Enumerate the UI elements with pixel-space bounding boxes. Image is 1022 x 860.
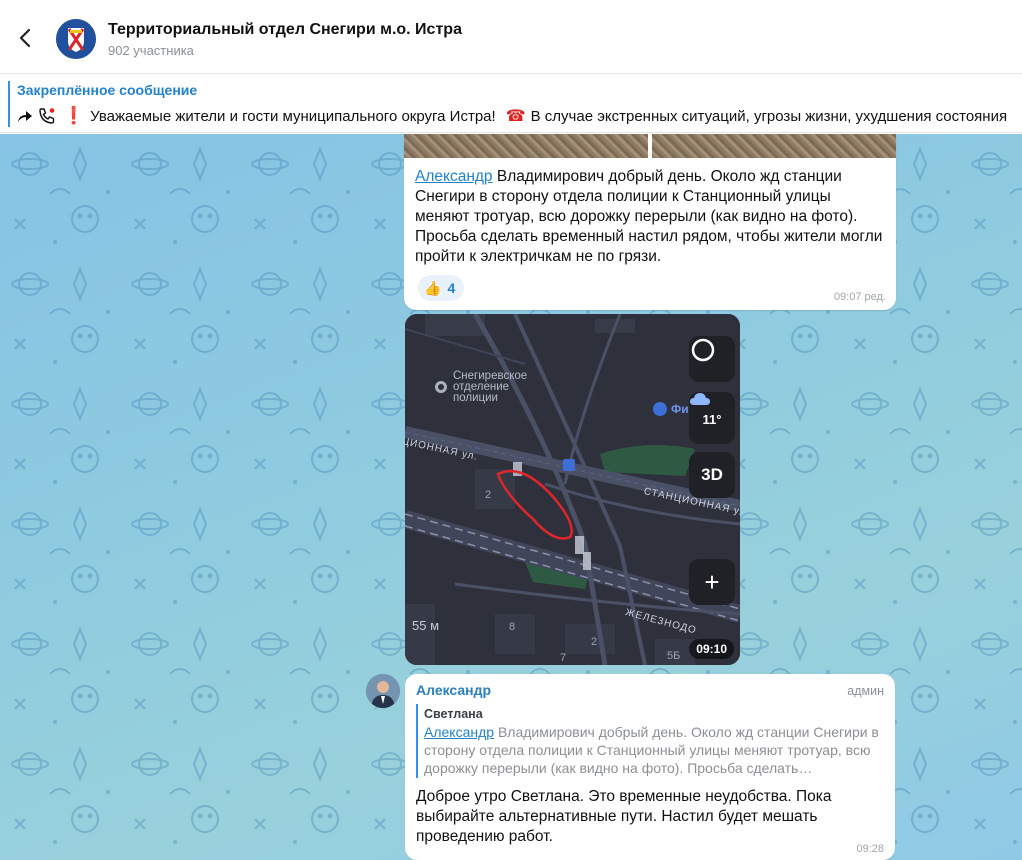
mention-link[interactable]: Александр [424,724,494,740]
channel-title[interactable]: Территориальный отдел Снегири м.о. Истра [108,21,462,39]
user-avatar[interactable] [366,674,400,708]
pinned-text-2: В случае экстренных ситуаций, угрозы жиз… [530,107,1008,125]
arrow-right-icon [17,109,33,123]
temperature: 11° [702,412,722,427]
pinned-text-1: Уважаемые жители и гости муниципального … [90,107,496,125]
member-count: 902 участника [108,43,194,58]
3d-button[interactable]: 3D [689,452,735,498]
admin-badge: админ [847,684,884,698]
map-label-police: Снегиревское отделение полиции [453,370,528,404]
zoom-in-button[interactable]: + [689,559,735,605]
back-arrow-icon[interactable] [14,26,38,50]
message-bubble[interactable]: Александр админ Светлана Александр Влади… [405,674,895,860]
quote-text: Александр Владимирович добрый день. Окол… [424,723,884,777]
photo-album[interactable] [404,134,896,158]
map-house-number: 7 [560,652,567,664]
map-label-poi: Фи [671,402,689,416]
map-house-number: 8 [509,621,516,633]
message-bubble[interactable]: Александр Владимирович добрый день. Окол… [404,134,896,310]
photo[interactable] [404,134,648,158]
message-time: 09:07 ред. [833,291,886,303]
map-house-number: 5Б [667,650,681,662]
author-name[interactable]: Александр [416,682,491,698]
channel-avatar[interactable] [56,19,96,59]
message-text: Александр Владимирович добрый день. Окол… [415,167,885,267]
photo[interactable] [652,134,896,158]
pinned-preview: ❗ Уважаемые жители и гости муниципальног… [17,106,1022,126]
message-text: Доброе утро Светлана. Это временные неуд… [416,788,832,845]
message-time: 09:28 [856,843,884,855]
quote-author: Светлана [424,707,483,721]
compass-button[interactable] [689,336,735,382]
map-house-number: 2 [591,636,598,648]
phone-icon [38,107,56,125]
reply-quote[interactable]: Светлана Александр Владимирович добрый д… [416,704,884,778]
telephone-icon: ☎ [505,108,526,125]
chat-header: Территориальный отдел Снегири м.о. Истра… [0,0,1022,74]
weather-button[interactable]: 11° [689,392,735,444]
reaction-button[interactable]: 👍 4 [418,275,465,301]
pinned-title: Закреплённое сообщение [17,82,198,98]
map-scale: 55 м [412,618,440,633]
pinned-message[interactable]: Закреплённое сообщение ❗ Уважаемые жител… [0,75,1022,133]
message-time: 09:10 [689,639,734,659]
map-house-number: 2 [485,489,492,501]
mention-link[interactable]: Александр [415,168,493,185]
exclamation-icon: ❗ [63,106,85,125]
chat-area[interactable]: Александр Владимирович добрый день. Окол… [0,134,1022,860]
reaction-count: 4 [447,280,456,296]
thumbs-up-icon: 👍 [424,279,442,296]
map-image[interactable]: Снегиревское отделение полиции ЦИОННАЯ у… [405,314,740,665]
pinned-indicator [8,81,10,127]
